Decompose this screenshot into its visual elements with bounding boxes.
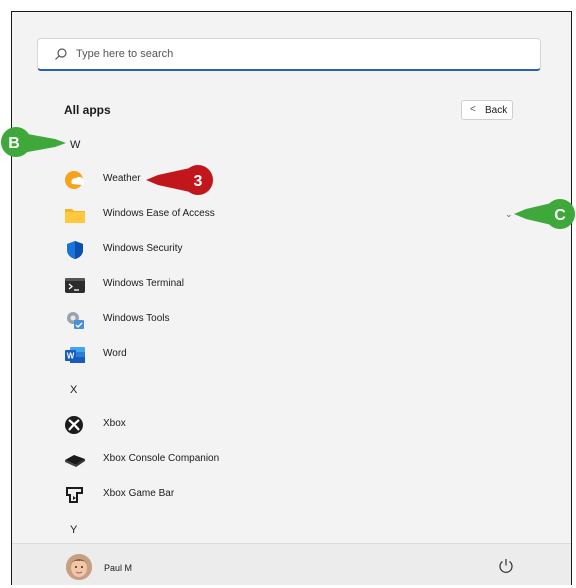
avatar[interactable] [66,554,92,580]
game-bar-icon [66,487,83,503]
app-name: Windows Security [103,243,183,254]
app-item-windows-tools[interactable]: Windows Tools [64,307,524,333]
back-button-label: Back [485,105,508,116]
app-item-weather[interactable]: Weather [64,167,524,193]
tools-icon [67,312,84,329]
chevron-down-icon[interactable]: ⌄ [505,209,513,220]
weather-icon [65,171,85,189]
xbox-console-icon [65,455,85,467]
callout-3-label: 3 [194,173,203,190]
callout-b-label: B [8,135,20,152]
app-item-windows-ease-of-access[interactable]: Windows Ease of Access [64,202,524,228]
section-letter-w[interactable]: W [70,139,80,151]
section-letter-y[interactable]: Y [70,524,77,536]
user-name[interactable]: Paul M [104,563,132,573]
folder-icon [65,209,85,223]
user-photo-icon [66,554,92,580]
app-item-xbox-game-bar[interactable]: Xbox Game Bar [64,482,524,508]
app-name: Weather [103,173,141,184]
app-name: Xbox [103,418,126,429]
terminal-icon [65,278,85,293]
svg-text:W: W [67,352,75,361]
word-icon: W [65,347,85,363]
search-icon [55,48,67,60]
chevron-left-icon: < [470,104,476,115]
app-name: Word [103,348,127,359]
shield-icon [67,241,83,259]
app-item-word[interactable]: W Word [64,342,524,368]
all-apps-title: All apps [64,103,111,117]
start-footer [12,543,571,585]
power-icon[interactable] [497,557,515,575]
app-name: Xbox Game Bar [103,488,175,499]
app-name: Windows Terminal [103,278,184,289]
back-button[interactable]: < Back [461,100,513,120]
app-item-xbox-console-companion[interactable]: Xbox Console Companion [64,447,524,473]
callout-b: B [1,127,66,157]
callout-3: 3 [146,165,213,195]
app-name: Windows Ease of Access [103,208,215,219]
callout-c: C [514,199,575,229]
callout-c-label: C [554,207,566,224]
section-letter-x[interactable]: X [70,384,77,396]
app-item-windows-security[interactable]: Windows Security [64,237,524,263]
app-item-xbox[interactable]: Xbox [64,412,524,438]
app-item-windows-terminal[interactable]: Windows Terminal [64,272,524,298]
search-placeholder[interactable]: Type here to search [76,48,173,60]
search-box[interactable]: Type here to search [37,38,541,71]
app-name: Xbox Console Companion [103,453,220,464]
xbox-icon [65,416,83,434]
app-name: Windows Tools [103,313,170,324]
